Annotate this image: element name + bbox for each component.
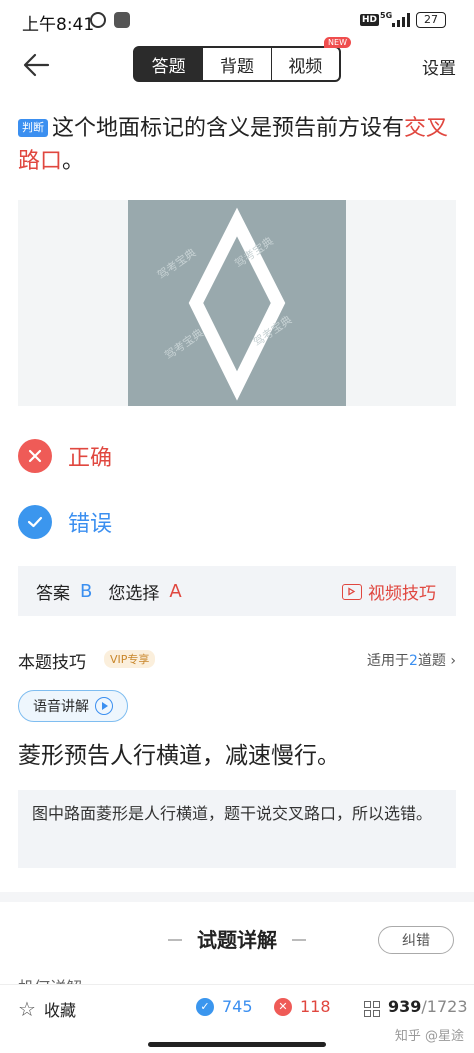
applies-to-link[interactable]: 适用于2道题 ›: [367, 650, 456, 670]
home-indicator[interactable]: [148, 1042, 326, 1047]
report-error-button[interactable]: 纠错: [378, 926, 454, 954]
source-watermark: 知乎 @星途: [394, 1029, 464, 1044]
question-text: 判断 这个地面标记的含义是预告前方设有交叉路口。: [18, 112, 458, 178]
app-notification-icon: [114, 12, 130, 28]
favorite-button[interactable]: ☆ 收藏: [18, 997, 76, 1021]
question-progress[interactable]: 939/1723: [388, 997, 468, 1016]
question-body: 这个地面标记的含义是预告前方设有: [52, 116, 405, 141]
check-icon: ✓: [196, 997, 214, 1016]
settings-button[interactable]: 设置: [422, 54, 456, 79]
answer-summary: 答案 B 您选择 A 视频技巧: [18, 566, 456, 616]
status-bar: 上午8:41 HD 5G 27: [0, 0, 474, 42]
grid-icon[interactable]: [364, 1001, 380, 1017]
tips-title: 本题技巧: [18, 653, 86, 673]
answer-value: B: [80, 580, 93, 602]
tip-main-text: 菱形预告人行横道，减速慢行。: [18, 743, 340, 769]
title-dash: [292, 939, 306, 941]
option-false[interactable]: 错误: [18, 504, 112, 540]
audio-explain-button[interactable]: 语音讲解: [18, 690, 128, 722]
answer-label: 答案: [36, 583, 70, 604]
star-icon: ☆: [18, 997, 36, 1021]
question-end: 。: [62, 149, 85, 174]
alarm-icon: [90, 12, 106, 28]
top-nav: 答题 背题 视频 NEW 设置: [0, 37, 474, 88]
option-false-label: 错误: [68, 512, 113, 537]
chosen-label: 您选择: [108, 583, 160, 604]
video-icon: [342, 583, 362, 600]
chevron-right-icon: ›: [450, 653, 456, 669]
video-tip-button[interactable]: 视频技巧: [342, 579, 436, 604]
section-divider: [0, 892, 474, 902]
back-arrow-icon[interactable]: [22, 52, 52, 78]
close-icon: ✕: [274, 997, 292, 1016]
question-type-tag: 判断: [18, 119, 48, 137]
bottom-bar: ☆ 收藏 ✓ 745 ✕ 118 939/1723 知乎 @星途: [0, 984, 474, 1053]
tab-answer[interactable]: 答题: [135, 48, 204, 80]
option-true-label: 正确: [68, 446, 113, 471]
tab-video[interactable]: 视频 NEW: [272, 37, 351, 80]
hd-indicator: HD: [360, 14, 380, 26]
check-icon: [18, 505, 52, 539]
vip-badge: VIP专享: [104, 650, 156, 668]
new-badge: NEW: [324, 37, 351, 48]
signal-icon: [392, 13, 410, 27]
play-icon: [95, 697, 113, 715]
diamond-marking-icon: 驾考宝典 驾考宝典 驾考宝典 驾考宝典: [154, 207, 294, 401]
battery-icon: 27: [416, 12, 446, 28]
tip-explanation: 图中路面菱形是人行横道，题干说交叉路口，所以选错。: [18, 790, 456, 868]
chosen-value: A: [169, 580, 182, 602]
wrong-count[interactable]: ✕ 118: [274, 997, 331, 1016]
status-time: 上午8:41: [22, 15, 95, 35]
mode-tabs: 答题 背题 视频 NEW: [133, 37, 351, 82]
figure-watermark: 驾考宝典: [154, 245, 198, 282]
tab-memorize[interactable]: 背题: [203, 48, 272, 80]
option-true[interactable]: 正确: [18, 438, 112, 474]
network-5g: 5G: [380, 11, 393, 20]
road-marking-image[interactable]: 驾考宝典 驾考宝典 驾考宝典 驾考宝典: [128, 200, 346, 406]
close-icon: [18, 439, 52, 473]
figure-watermark: 驾考宝典: [162, 326, 206, 363]
correct-count[interactable]: ✓ 745: [196, 997, 253, 1016]
